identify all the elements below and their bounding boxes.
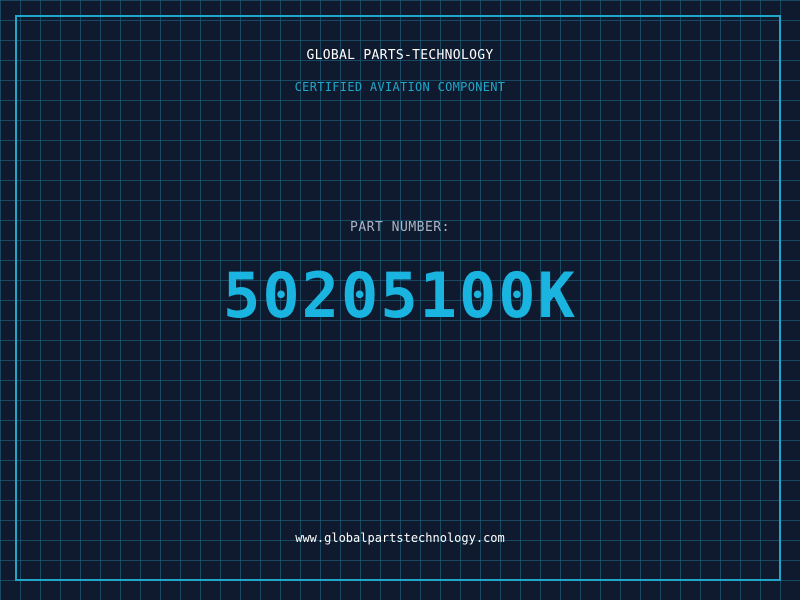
certification-subtitle: CERTIFIED AVIATION COMPONENT bbox=[294, 80, 506, 94]
website-url: www.globalpartstechnology.com bbox=[295, 531, 505, 545]
label-canvas: { "header": { "company": "GLOBAL PARTS-T… bbox=[0, 0, 800, 600]
part-number-label: PART NUMBER: bbox=[350, 220, 450, 235]
part-number-value: 50205100K bbox=[223, 259, 577, 332]
company-name: GLOBAL PARTS-TECHNOLOGY bbox=[306, 48, 494, 63]
